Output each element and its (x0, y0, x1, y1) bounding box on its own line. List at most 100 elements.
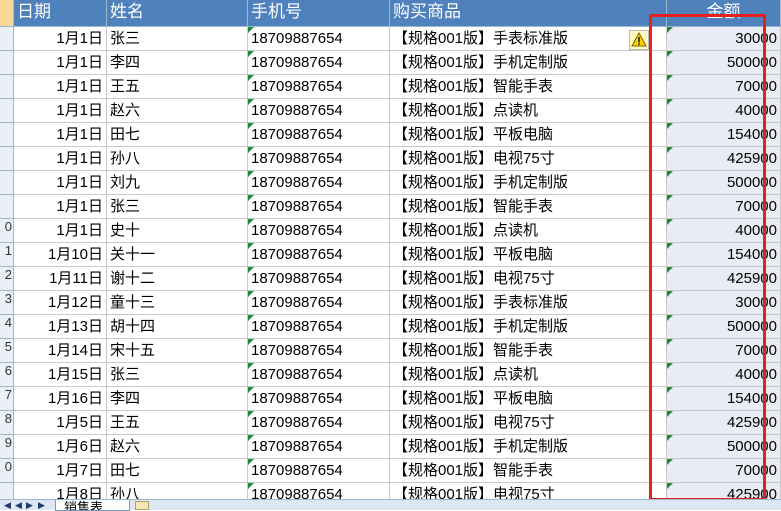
cell-name[interactable]: 张三 (107, 363, 248, 387)
cell-name[interactable]: 赵六 (107, 99, 248, 123)
cell-amount[interactable]: 40000 (667, 99, 781, 123)
cell-name[interactable]: 王五 (107, 411, 248, 435)
cell-date[interactable]: 1月1日 (14, 195, 107, 219)
cell-name[interactable]: 宋十五 (107, 339, 248, 363)
cell-date[interactable]: 1月14日 (14, 339, 107, 363)
cell-product[interactable]: 【规格001版】点读机 (390, 219, 667, 243)
cell-amount[interactable]: 425900 (667, 411, 781, 435)
cell-name[interactable]: 关十一 (107, 243, 248, 267)
cell-phone[interactable]: 18709887654 (248, 435, 390, 459)
header-amount[interactable]: 金额 (667, 0, 781, 27)
cell-date[interactable]: 1月1日 (14, 51, 107, 75)
cell-name[interactable]: 李四 (107, 387, 248, 411)
cell-product[interactable]: 【规格001版】智能手表 (390, 339, 667, 363)
cell-name[interactable]: 王五 (107, 75, 248, 99)
row-header[interactable] (0, 147, 14, 171)
row-header-1[interactable] (0, 0, 14, 27)
cell-amount[interactable]: 154000 (667, 243, 781, 267)
cell-date[interactable]: 1月11日 (14, 267, 107, 291)
cell-date[interactable]: 1月5日 (14, 411, 107, 435)
row-header[interactable] (0, 99, 14, 123)
cell-phone[interactable]: 18709887654 (248, 147, 390, 171)
cell-phone[interactable]: 18709887654 (248, 387, 390, 411)
cell-product[interactable]: 【规格001版】手表标准版 (390, 291, 667, 315)
cell-date[interactable]: 1月1日 (14, 147, 107, 171)
row-header[interactable]: 9 (0, 435, 14, 459)
header-name[interactable]: 姓名 (107, 0, 248, 27)
cell-phone[interactable]: 18709887654 (248, 339, 390, 363)
cell-name[interactable]: 张三 (107, 27, 248, 51)
row-header[interactable]: 2 (0, 267, 14, 291)
row-header[interactable]: 0 (0, 219, 14, 243)
cell-name[interactable]: 赵六 (107, 435, 248, 459)
cell-phone[interactable]: 18709887654 (248, 315, 390, 339)
cell-product[interactable]: 【规格001版】点读机 (390, 363, 667, 387)
cell-date[interactable]: 1月1日 (14, 75, 107, 99)
cell-phone[interactable]: 18709887654 (248, 27, 390, 51)
cell-product[interactable]: 【规格001版】平板电脑 (390, 243, 667, 267)
cell-amount[interactable]: 500000 (667, 435, 781, 459)
cell-phone[interactable]: 18709887654 (248, 51, 390, 75)
cell-amount[interactable]: 154000 (667, 123, 781, 147)
cell-amount[interactable]: 30000 (667, 27, 781, 51)
header-phone[interactable]: 手机号 (248, 0, 390, 27)
row-header[interactable] (0, 51, 14, 75)
cell-phone[interactable]: 18709887654 (248, 171, 390, 195)
cell-product[interactable]: 【规格001版】电视75寸 (390, 267, 667, 291)
cell-phone[interactable]: 18709887654 (248, 459, 390, 483)
cell-amount[interactable]: 500000 (667, 51, 781, 75)
row-header[interactable]: 7 (0, 387, 14, 411)
row-header[interactable]: 1 (0, 243, 14, 267)
cell-amount[interactable]: 70000 (667, 75, 781, 99)
cell-date[interactable]: 1月15日 (14, 363, 107, 387)
row-header[interactable]: 8 (0, 411, 14, 435)
cell-phone[interactable]: 18709887654 (248, 363, 390, 387)
cell-name[interactable]: 胡十四 (107, 315, 248, 339)
cell-amount[interactable]: 425900 (667, 267, 781, 291)
row-header[interactable] (0, 75, 14, 99)
cell-product[interactable]: 【规格001版】智能手表 (390, 195, 667, 219)
cell-product[interactable]: 【规格001版】电视75寸 (390, 411, 667, 435)
cell-name[interactable]: 谢十二 (107, 267, 248, 291)
cell-amount[interactable]: 425900 (667, 147, 781, 171)
cell-phone[interactable]: 18709887654 (248, 99, 390, 123)
cell-phone[interactable]: 18709887654 (248, 195, 390, 219)
cell-phone[interactable]: 18709887654 (248, 123, 390, 147)
cell-product[interactable]: 【规格001版】手机定制版 (390, 51, 667, 75)
cell-amount[interactable]: 30000 (667, 291, 781, 315)
cell-date[interactable]: 1月1日 (14, 27, 107, 51)
cell-name[interactable]: 李四 (107, 51, 248, 75)
header-product[interactable]: 购买商品 (390, 0, 667, 27)
cell-amount[interactable]: 70000 (667, 195, 781, 219)
cell-date[interactable]: 1月6日 (14, 435, 107, 459)
cell-date[interactable]: 1月1日 (14, 171, 107, 195)
cell-date[interactable]: 1月13日 (14, 315, 107, 339)
cell-product[interactable]: 【规格001版】平板电脑 (390, 387, 667, 411)
row-header[interactable] (0, 195, 14, 219)
error-warning-icon[interactable] (629, 30, 649, 50)
insert-sheet-icon[interactable] (135, 501, 149, 510)
row-header[interactable]: 0 (0, 459, 14, 483)
cell-product[interactable]: 【规格001版】电视75寸 (390, 147, 667, 171)
cell-name[interactable]: 史十 (107, 219, 248, 243)
cell-amount[interactable]: 500000 (667, 171, 781, 195)
cell-phone[interactable]: 18709887654 (248, 243, 390, 267)
row-header[interactable] (0, 123, 14, 147)
header-date[interactable]: 日期 (14, 0, 107, 27)
sheet-tab-sales[interactable]: 销售表 (55, 500, 130, 511)
cell-amount[interactable]: 70000 (667, 339, 781, 363)
cell-product[interactable]: 【规格001版】智能手表 (390, 75, 667, 99)
cell-amount[interactable]: 500000 (667, 315, 781, 339)
row-header[interactable] (0, 171, 14, 195)
cell-date[interactable]: 1月1日 (14, 123, 107, 147)
cell-phone[interactable]: 18709887654 (248, 291, 390, 315)
cell-name[interactable]: 刘九 (107, 171, 248, 195)
row-header[interactable]: 6 (0, 363, 14, 387)
cell-amount[interactable]: 40000 (667, 219, 781, 243)
cell-product[interactable]: 【规格001版】手机定制版 (390, 315, 667, 339)
cell-date[interactable]: 1月16日 (14, 387, 107, 411)
cell-name[interactable]: 张三 (107, 195, 248, 219)
spreadsheet-grid[interactable]: 日期 姓名 手机号 购买商品 金额 1月1日 张三 18709887654 【规格00… (0, 0, 781, 510)
cell-name[interactable]: 孙八 (107, 147, 248, 171)
row-header[interactable] (0, 27, 14, 51)
